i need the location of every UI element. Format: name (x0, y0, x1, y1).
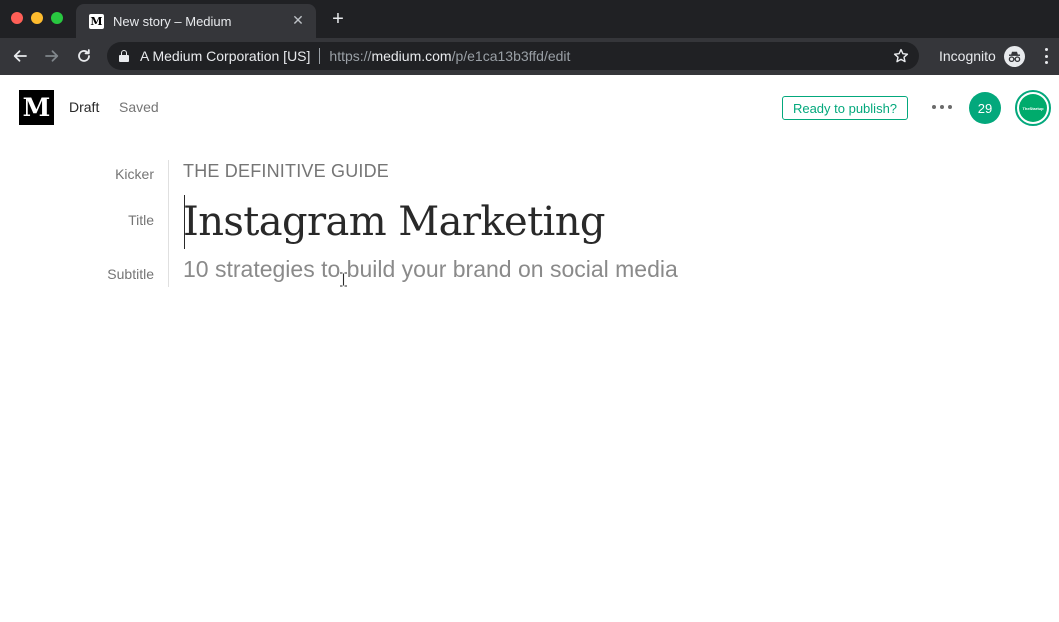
title-label: Title (128, 212, 154, 228)
subtitle-field[interactable]: 10 strategies to build your brand on soc… (183, 256, 678, 283)
editor-section-rule (168, 160, 169, 287)
window-minimize-button[interactable] (31, 12, 43, 24)
ready-to-publish-button[interactable]: Ready to publish? (782, 96, 908, 120)
address-bar-separator (319, 48, 321, 64)
kicker-label: Kicker (115, 166, 154, 182)
lock-icon[interactable] (119, 50, 129, 62)
browser-tab-bar: M New story – Medium ✕ + (0, 0, 1059, 38)
title-field[interactable]: Instagram Marketing (183, 195, 606, 249)
star-icon[interactable] (893, 48, 909, 64)
medium-logo[interactable]: M (19, 90, 54, 125)
site-identity[interactable]: A Medium Corporation [US] (140, 48, 310, 64)
window-zoom-button[interactable] (51, 12, 63, 24)
avatar[interactable]: TheStartup (1015, 90, 1051, 126)
browser-toolbar: A Medium Corporation [US] https://medium… (0, 38, 1059, 75)
address-bar[interactable]: A Medium Corporation [US] https://medium… (107, 42, 919, 70)
window-close-button[interactable] (11, 12, 23, 24)
url-path: /p/e1ca13b3ffd/edit (451, 48, 571, 64)
url-host: medium.com (371, 48, 452, 64)
url-text[interactable]: https://medium.com/p/e1ca13b3ffd/edit (329, 48, 570, 64)
ibeam-cursor-icon (340, 272, 347, 287)
subtitle-label: Subtitle (107, 266, 154, 282)
forward-arrow-icon[interactable] (41, 45, 63, 67)
tab-close-icon[interactable]: ✕ (290, 12, 306, 28)
kebab-menu-icon[interactable] (1040, 46, 1052, 66)
medium-favicon-icon: M (89, 13, 104, 29)
kicker-field[interactable]: THE DEFINITIVE GUIDE (183, 161, 389, 182)
url-scheme: https:// (329, 48, 372, 64)
browser-tab-active[interactable]: M New story – Medium ✕ (76, 4, 316, 38)
tab-title: New story – Medium (113, 13, 232, 29)
avatar-image: TheStartup (1019, 94, 1047, 122)
notifications-badge[interactable]: 29 (969, 92, 1001, 124)
back-arrow-icon[interactable] (9, 45, 31, 67)
text-caret (184, 195, 185, 249)
save-state: Saved (119, 99, 159, 115)
draft-status: Draft (69, 99, 100, 115)
new-tab-button[interactable]: + (329, 9, 347, 29)
more-options-icon[interactable] (932, 104, 952, 110)
incognito-label[interactable]: Incognito (939, 48, 996, 64)
reload-icon[interactable] (73, 45, 95, 67)
incognito-icon[interactable] (1004, 46, 1025, 67)
